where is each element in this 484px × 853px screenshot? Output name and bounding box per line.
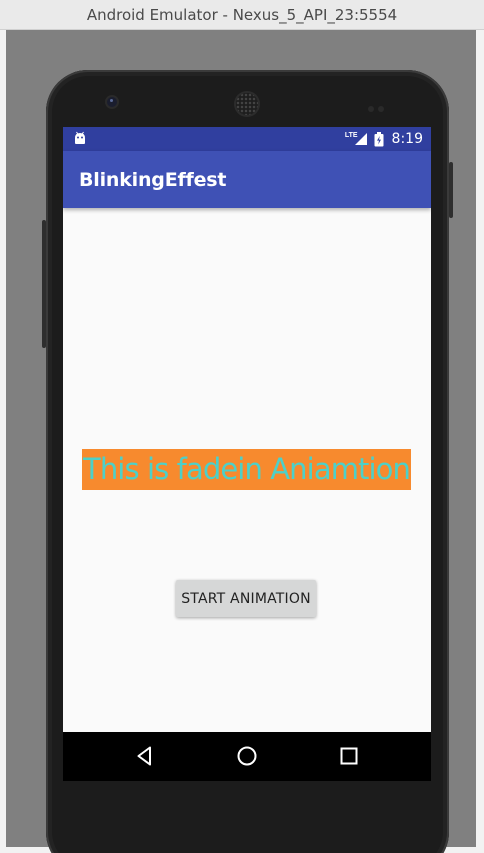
- window-title-bar[interactable]: Android Emulator - Nexus_5_API_23:5554: [0, 0, 484, 30]
- back-icon[interactable]: [133, 744, 157, 768]
- fade-animation-text: This is fadein Aniamtion: [82, 449, 411, 490]
- status-bar: LTE 8:19: [63, 127, 431, 151]
- recents-icon[interactable]: [337, 744, 361, 768]
- power-button[interactable]: [449, 162, 453, 218]
- app-toolbar: BlinkingEffest: [63, 151, 431, 208]
- speaker-grille-icon: [236, 93, 258, 115]
- network-type-label: LTE: [344, 131, 358, 139]
- phone-top-bezel: [46, 70, 449, 130]
- emulator-area: LTE 8:19 BlinkingEffest This is fadein A…: [6, 30, 476, 853]
- battery-icon: [374, 131, 384, 146]
- android-debug-icon: [75, 131, 85, 144]
- sensor-icon: [368, 99, 390, 112]
- status-time: 8:19: [391, 131, 423, 147]
- window-frame-right: [476, 30, 484, 853]
- volume-rocker[interactable]: [42, 220, 46, 348]
- app-title: BlinkingEffest: [79, 168, 227, 191]
- start-animation-button[interactable]: START ANIMATION: [176, 580, 316, 617]
- home-icon[interactable]: [235, 744, 259, 768]
- phone-body: LTE 8:19 BlinkingEffest This is fadein A…: [42, 70, 453, 853]
- navigation-bar: [63, 732, 431, 781]
- status-icons: LTE 8:19: [345, 127, 423, 151]
- window-title: Android Emulator - Nexus_5_API_23:5554: [86, 5, 398, 24]
- front-camera-icon: [107, 97, 117, 107]
- device-screen: LTE 8:19 BlinkingEffest This is fadein A…: [63, 127, 431, 781]
